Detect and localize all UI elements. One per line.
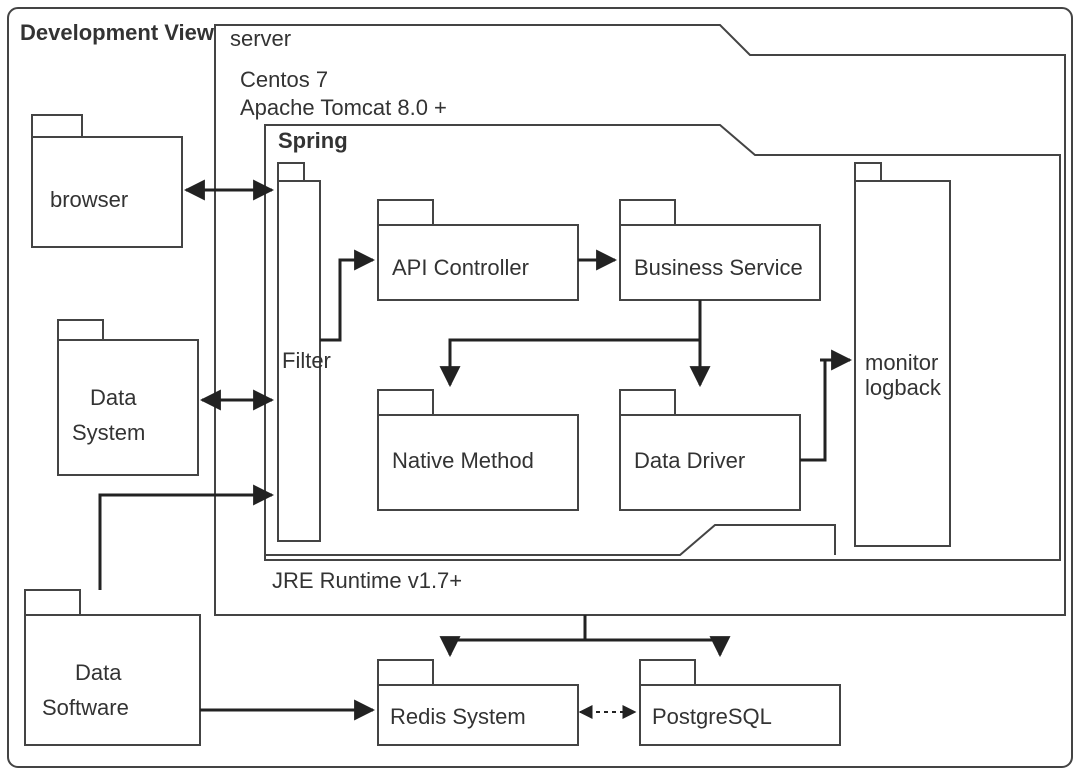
data-software-label-1: Data: [75, 660, 122, 685]
monitor-label-1: monitor: [865, 350, 938, 375]
data-system-label-1: Data: [90, 385, 137, 410]
monitor-label-2: logback: [865, 375, 942, 400]
filter-label: Filter: [282, 348, 331, 373]
server-runtime: JRE Runtime v1.7+: [272, 568, 462, 593]
native-method-label: Native Method: [392, 448, 534, 473]
data-system-node: Data System: [58, 320, 198, 475]
spring-label: Spring: [278, 128, 348, 153]
data-driver-label: Data Driver: [634, 448, 745, 473]
server-web: Apache Tomcat 8.0 +: [240, 95, 447, 120]
business-service-label: Business Service: [634, 255, 803, 280]
data-system-label-2: System: [72, 420, 145, 445]
api-controller-label: API Controller: [392, 255, 529, 280]
diagram-title: Development View: [20, 20, 215, 45]
server-os: Centos 7: [240, 67, 328, 92]
redis-label: Redis System: [390, 704, 526, 729]
server-label: server: [230, 26, 291, 51]
data-software-label-2: Software: [42, 695, 129, 720]
postgres-label: PostgreSQL: [652, 704, 772, 729]
browser-label: browser: [50, 187, 128, 212]
monitor-node: monitor logback: [855, 163, 950, 546]
